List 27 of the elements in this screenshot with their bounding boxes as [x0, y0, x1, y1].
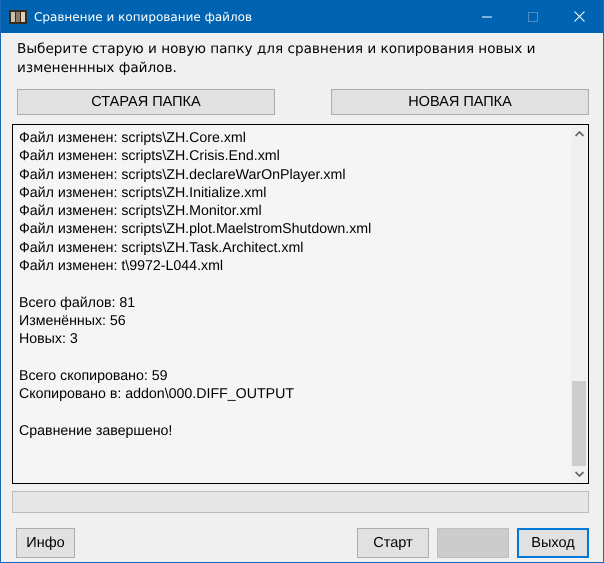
log-line: Файл изменен: t\9972-L044.xml	[19, 257, 224, 276]
log-line: Файл изменен: scripts\ZH.Task.Architect.xml	[19, 238, 304, 258]
log-line: Скопировано в: addon\000.DIFF_OUTPUT	[19, 385, 295, 404]
scroll-thumb[interactable]	[572, 381, 586, 466]
log-line: Изменённых: 56	[19, 312, 127, 330]
instruction-text: Выберите старую и новую папку для сравнения и копирования новых и измененнных файлов.	[17, 40, 536, 78]
scrollbar[interactable]	[571, 126, 587, 482]
log-line: Файл изменен: scripts\ZH.Monitor.xml	[19, 202, 263, 220]
action-button[interactable]: Выход	[517, 528, 589, 558]
action-button[interactable]: Старт	[357, 528, 429, 558]
close-icon[interactable]	[574, 11, 585, 22]
folder-button[interactable]: НОВАЯ ПАПКА	[331, 89, 589, 115]
log-line: Файл изменен: scripts\ZH.declareWarOnPlayer.xml	[19, 166, 346, 184]
app-icon	[9, 8, 27, 24]
log-line: Сравнение завершено!	[19, 422, 174, 440]
folder-button[interactable]: СТАРАЯ ПАПКА	[17, 89, 275, 115]
action-button[interactable]: Инфо	[16, 528, 75, 558]
log-line: Всего скопировано: 59	[19, 366, 169, 386]
log-line: Файл изменен: scripts\ZH.plot.MaelstromShutdown.xml	[19, 220, 372, 239]
scroll-up-icon[interactable]	[574, 131, 584, 137]
log-line: Файл изменен: scripts\ZH.Crisis.End.xml	[19, 147, 281, 166]
log-line: Файл изменен: scripts\ZH.Core.xml	[19, 129, 247, 148]
log-line: Файл изменен: scripts\ZH.Initialize.xml	[19, 184, 268, 202]
window-title: Сравнение и копирование файлов	[34, 10, 252, 24]
scroll-down-icon[interactable]	[574, 471, 584, 477]
log-line: Новых: 3	[19, 330, 79, 349]
log-line: Всего файлов: 81	[19, 294, 136, 312]
